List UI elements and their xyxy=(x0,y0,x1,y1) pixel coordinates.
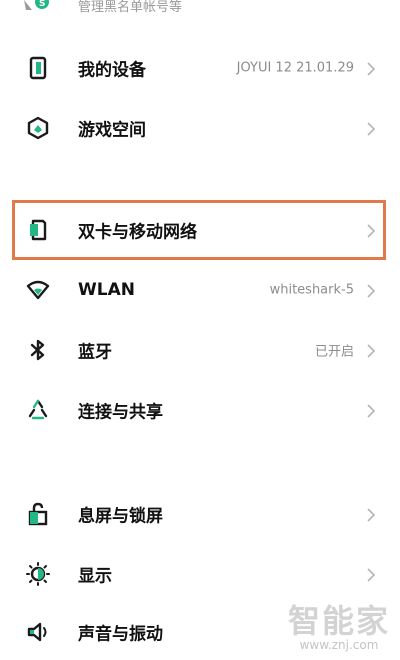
game-space-icon xyxy=(26,116,50,140)
settings-item-my-device[interactable]: 我的设备 JOYUI 12 21.01.29 xyxy=(0,44,400,92)
share-connection-icon xyxy=(26,398,50,422)
chevron-right-icon xyxy=(366,121,376,136)
settings-item-bluetooth[interactable]: 蓝牙 已开启 xyxy=(0,326,400,374)
settings-item-connection-share[interactable]: 连接与共享 xyxy=(0,386,400,434)
settings-item-label: 显示 xyxy=(78,566,112,587)
settings-screen: S 管理黑名单帐号等 我的设备 JOYUI 12 21.01.29 游戏空间 双… xyxy=(0,0,400,660)
settings-item-value: 已开启 xyxy=(314,344,354,360)
highlight-box xyxy=(12,200,386,260)
watermark-url: www.znj.com xyxy=(299,638,379,652)
settings-item-label: 声音与振动 xyxy=(78,624,163,645)
chevron-right-icon xyxy=(366,343,376,358)
lock-icon xyxy=(26,502,50,526)
settings-item-label: 我的设备 xyxy=(78,60,146,81)
watermark: 智能家 www.znj.com xyxy=(288,604,390,652)
settings-item-label: 连接与共享 xyxy=(78,402,163,423)
watermark-brand: 智能家 xyxy=(287,602,390,640)
chevron-right-icon xyxy=(366,403,376,418)
account-security-row[interactable]: S 管理黑名单帐号等 xyxy=(0,0,400,28)
bluetooth-icon xyxy=(26,338,50,362)
speaker-icon xyxy=(26,620,50,644)
settings-item-label: 游戏空间 xyxy=(78,120,146,141)
settings-item-label: 蓝牙 xyxy=(78,342,112,363)
settings-item-value: JOYUI 12 21.01.29 xyxy=(236,60,354,76)
settings-item-wlan[interactable]: WLAN whiteshark-5 xyxy=(0,266,400,314)
svg-text:S: S xyxy=(39,0,45,9)
settings-item-display[interactable]: 显示 xyxy=(0,550,400,598)
account-security-subtext: 管理黑名单帐号等 xyxy=(78,0,183,15)
chevron-right-icon xyxy=(366,61,376,76)
chevron-right-icon xyxy=(366,507,376,522)
settings-item-lock-screen[interactable]: 息屏与锁屏 xyxy=(0,490,400,538)
settings-item-game-space[interactable]: 游戏空间 xyxy=(0,104,400,152)
settings-item-label: 息屏与锁屏 xyxy=(78,506,163,527)
display-brightness-icon xyxy=(26,562,50,586)
chevron-right-icon xyxy=(366,283,376,298)
phone-device-icon xyxy=(26,56,50,80)
chevron-right-icon xyxy=(366,567,376,582)
wifi-icon xyxy=(26,278,50,302)
settings-item-value: whiteshark-5 xyxy=(269,282,354,298)
account-security-icon: S xyxy=(22,0,50,16)
settings-item-label: WLAN xyxy=(78,280,135,300)
